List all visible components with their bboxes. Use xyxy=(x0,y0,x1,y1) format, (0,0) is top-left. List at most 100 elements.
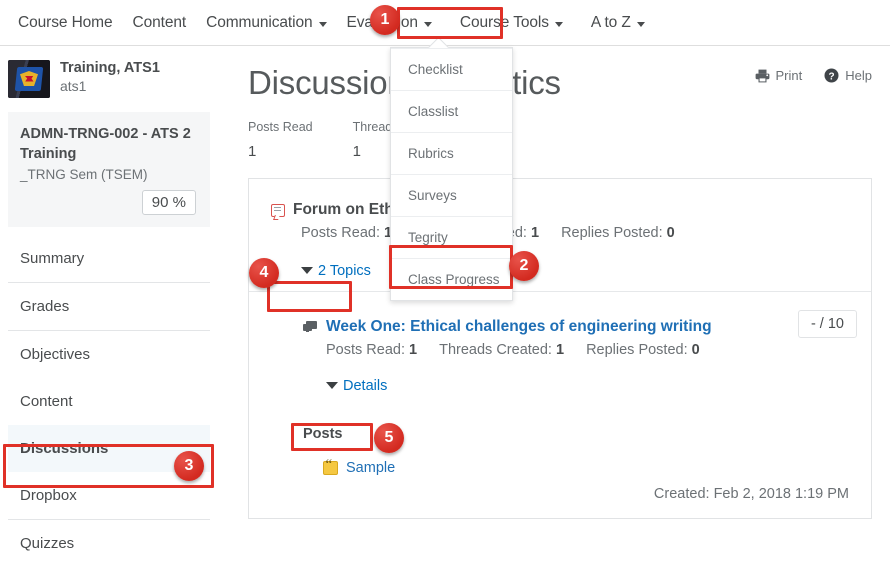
user-profile-block: Training, ATS1 ats1 xyxy=(0,46,218,108)
nav-item-communication[interactable]: Communication xyxy=(196,8,336,38)
top-navigation-bar: Course Home Content Communication Evalua… xyxy=(0,0,890,46)
sidebar-item-label: Objectives xyxy=(20,346,90,363)
topic-replies-posted-value: 0 xyxy=(692,342,700,358)
sidebar-item-label: Quizzes xyxy=(20,535,74,552)
sidebar-item-content[interactable]: Content xyxy=(8,378,210,425)
triangle-down-icon xyxy=(301,267,313,274)
nav-item-a-to-z[interactable]: A to Z xyxy=(581,8,655,38)
stat-posts-read: Posts Read 1 xyxy=(248,120,313,160)
nav-item-course-tools[interactable]: Course Tools xyxy=(450,8,573,38)
annotation-badge-1: 1 xyxy=(370,5,400,35)
nav-item-label: Course Tools xyxy=(460,14,549,32)
topic-block: - / 10 Week One: Ethical challenges of e… xyxy=(249,292,871,404)
course-progress-percent: 90 % xyxy=(142,190,196,215)
sidebar-item-label: Summary xyxy=(20,250,84,267)
dropdown-item-surveys[interactable]: Surveys xyxy=(391,174,512,216)
annotation-badge-5: 5 xyxy=(374,423,404,453)
posts-heading: Posts xyxy=(249,426,871,442)
user-username: ats1 xyxy=(60,77,160,96)
user-name: Training, ATS1 xyxy=(60,60,160,77)
course-tools-dropdown-menu: Checklist Classlist Rubrics Surveys Tegr… xyxy=(390,47,513,301)
page-header-tools: Print ? Help xyxy=(755,68,872,83)
nav-item-label: Content xyxy=(133,14,187,32)
main-content: Discussions Statistics Print ? xyxy=(218,46,890,577)
topic-threads-created-label: Threads Created: xyxy=(439,342,552,358)
left-sidebar: Training, ATS1 ats1 ADMN-TRNG-002 - ATS … xyxy=(0,46,218,577)
topic-grade: - / 10 xyxy=(798,310,857,338)
dropdown-item-label: Surveys xyxy=(408,188,457,203)
sidebar-item-quizzes[interactable]: Quizzes xyxy=(8,519,210,567)
dropdown-item-label: Class Progress xyxy=(408,272,500,287)
topic-posts-read-label: Posts Read: xyxy=(326,342,405,358)
annotation-badge-2: 2 xyxy=(509,251,539,281)
course-title: ADMN-TRNG-002 - ATS 2 Training xyxy=(20,124,196,164)
dropdown-item-rubrics[interactable]: Rubrics xyxy=(391,132,512,174)
dropdown-item-class-progress[interactable]: Class Progress xyxy=(391,258,512,300)
sidebar-nav-list: Summary Grades Objectives Content Discus… xyxy=(0,235,218,567)
topic-stats: Posts Read: 1 Threads Created: 1 Replies… xyxy=(303,342,871,358)
topic-details-toggle-label: Details xyxy=(343,378,387,394)
chevron-down-icon xyxy=(637,22,645,27)
dropdown-item-tegrity[interactable]: Tegrity xyxy=(391,216,512,258)
post-list-item[interactable]: Sample xyxy=(249,460,871,476)
topic-threads-icon xyxy=(303,321,317,333)
forum-icon xyxy=(271,204,285,217)
sidebar-item-label: Dropbox xyxy=(20,487,77,504)
annotation-badge-4: 4 xyxy=(249,258,279,288)
quote-icon xyxy=(323,461,338,475)
chevron-down-icon xyxy=(424,22,432,27)
sidebar-item-grades[interactable]: Grades xyxy=(8,282,210,330)
sidebar-item-objectives[interactable]: Objectives xyxy=(8,330,210,378)
help-label: Help xyxy=(845,68,872,83)
sidebar-item-label: Discussions xyxy=(20,440,108,457)
nav-item-label: Communication xyxy=(206,14,312,32)
nav-item-label: A to Z xyxy=(591,14,631,32)
forum-replies-posted-label: Replies Posted: xyxy=(561,225,663,241)
sidebar-item-label: Grades xyxy=(20,298,69,315)
dropdown-item-checklist[interactable]: Checklist xyxy=(391,48,512,90)
sidebar-item-summary[interactable]: Summary xyxy=(8,235,210,282)
forum-stats: Posts Read: 1 Threads Created: 1 Replies… xyxy=(271,225,871,241)
forum-block: Forum on Ethics Posts Read: 1 Threads Cr… xyxy=(249,179,871,291)
nav-item-label: Course Home xyxy=(18,14,113,32)
forum-posts-read-label: Posts Read: xyxy=(301,225,380,241)
topic-name: Week One: Ethical challenges of engineer… xyxy=(326,318,712,336)
triangle-down-icon xyxy=(326,382,338,389)
annotation-badge-3: 3 xyxy=(174,451,204,481)
forum-topics-toggle[interactable]: 2 Topics xyxy=(301,263,371,279)
forum-replies-posted-value: 0 xyxy=(667,225,675,241)
topic-replies-posted-label: Replies Posted: xyxy=(586,342,688,358)
dropdown-item-label: Classlist xyxy=(408,104,458,119)
topic-threads-created-value: 1 xyxy=(556,342,564,358)
chevron-down-icon xyxy=(319,22,327,27)
chevron-down-icon xyxy=(555,22,563,27)
forum-title-row: Forum on Ethics xyxy=(271,201,871,219)
stat-label: Posts Read xyxy=(248,120,313,134)
sidebar-item-dropbox[interactable]: Dropbox xyxy=(8,472,210,519)
post-created-timestamp: Created: Feb 2, 2018 1:19 PM xyxy=(249,476,871,518)
dropdown-item-label: Checklist xyxy=(408,62,463,77)
course-info-card: ADMN-TRNG-002 - ATS 2 Training _TRNG Sem… xyxy=(8,112,210,227)
topic-posts-read-value: 1 xyxy=(409,342,417,358)
stat-value: 1 xyxy=(248,143,313,160)
topic-details-toggle[interactable]: Details xyxy=(326,378,387,394)
forum-threads-created-value: 1 xyxy=(531,225,539,241)
printer-icon xyxy=(755,69,770,83)
topic-title-row[interactable]: Week One: Ethical challenges of engineer… xyxy=(303,318,871,336)
help-button[interactable]: ? Help xyxy=(824,68,872,83)
nav-item-course-home[interactable]: Course Home xyxy=(8,8,123,38)
svg-text:?: ? xyxy=(829,71,835,82)
sidebar-item-label: Content xyxy=(20,393,73,410)
print-button[interactable]: Print xyxy=(755,68,803,83)
nav-item-content[interactable]: Content xyxy=(123,8,197,38)
print-label: Print xyxy=(776,68,803,83)
discussions-card: Forum on Ethics Posts Read: 1 Threads Cr… xyxy=(248,178,872,519)
avatar xyxy=(8,60,50,98)
page-header: Discussions Statistics Print ? xyxy=(218,46,890,102)
dropdown-item-label: Rubrics xyxy=(408,146,454,161)
dropdown-item-classlist[interactable]: Classlist xyxy=(391,90,512,132)
summary-stats-row: Posts Read 1 Threads Created 1 xyxy=(218,102,890,160)
post-link-label: Sample xyxy=(346,460,395,476)
help-circle-icon: ? xyxy=(824,68,839,83)
forum-topics-toggle-label: 2 Topics xyxy=(318,263,371,279)
